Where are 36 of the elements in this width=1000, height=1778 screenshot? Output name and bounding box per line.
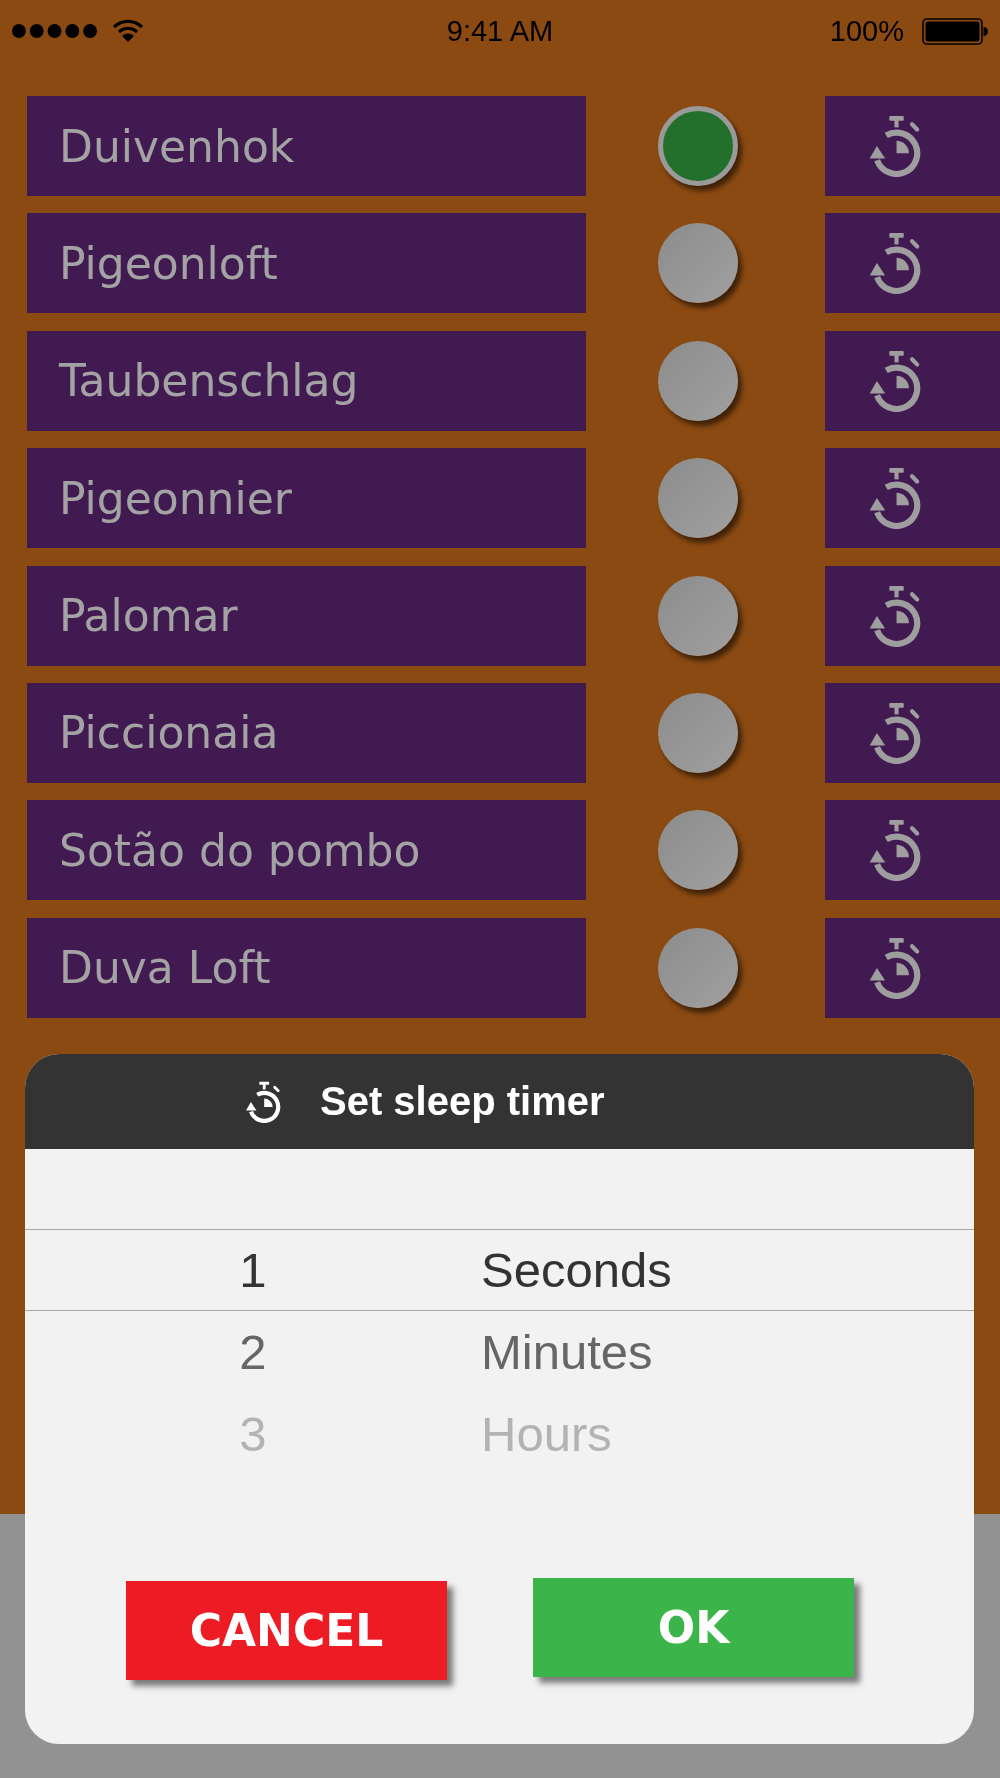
list-item[interactable]: Palomar bbox=[27, 565, 586, 666]
wifi-icon bbox=[112, 19, 144, 43]
stopwatch-icon bbox=[868, 115, 923, 177]
stopwatch-icon bbox=[868, 349, 923, 412]
list-item[interactable]: Duva Loft bbox=[27, 917, 586, 1018]
list-item[interactable]: Pigeonloft bbox=[27, 213, 586, 314]
list-item[interactable]: Piccionaia bbox=[27, 682, 586, 783]
timer-button[interactable] bbox=[825, 917, 1000, 1018]
picker-unit[interactable]: Minutes bbox=[481, 1324, 653, 1379]
status-time: 9:41 AM bbox=[445, 14, 555, 48]
dialog-title: Set sleep timer bbox=[320, 1079, 605, 1124]
timer-button[interactable] bbox=[825, 682, 1000, 783]
timer-button[interactable] bbox=[825, 213, 1000, 314]
stopwatch-icon bbox=[868, 701, 923, 764]
picker-unit[interactable]: Seconds bbox=[481, 1242, 672, 1297]
picker-number[interactable]: 2 bbox=[239, 1323, 267, 1381]
stopwatch-icon bbox=[868, 936, 923, 999]
timer-button[interactable] bbox=[825, 800, 1000, 901]
battery-percent: 100% bbox=[829, 14, 904, 48]
battery-icon bbox=[922, 17, 988, 45]
timer-button[interactable] bbox=[825, 448, 1000, 549]
stopwatch-icon bbox=[868, 232, 923, 295]
stopwatch-icon bbox=[868, 467, 923, 530]
timer-button[interactable] bbox=[825, 330, 1000, 431]
list-item[interactable]: Taubenschlag bbox=[27, 330, 586, 431]
timer-button[interactable] bbox=[825, 565, 1000, 666]
stopwatch-icon bbox=[868, 819, 923, 882]
timer-button[interactable] bbox=[825, 96, 1000, 196]
cancel-button[interactable]: CANCEL bbox=[126, 1581, 447, 1680]
list-item[interactable]: Sotão do pombo bbox=[27, 800, 586, 901]
picker-number[interactable]: 1 bbox=[239, 1241, 267, 1299]
stopwatch-icon bbox=[245, 1080, 282, 1123]
list-item[interactable]: Duivenhok bbox=[27, 96, 586, 196]
stopwatch-icon bbox=[868, 584, 923, 647]
signal-icon bbox=[11, 23, 100, 39]
list-item[interactable]: Pigeonnier bbox=[27, 448, 586, 549]
